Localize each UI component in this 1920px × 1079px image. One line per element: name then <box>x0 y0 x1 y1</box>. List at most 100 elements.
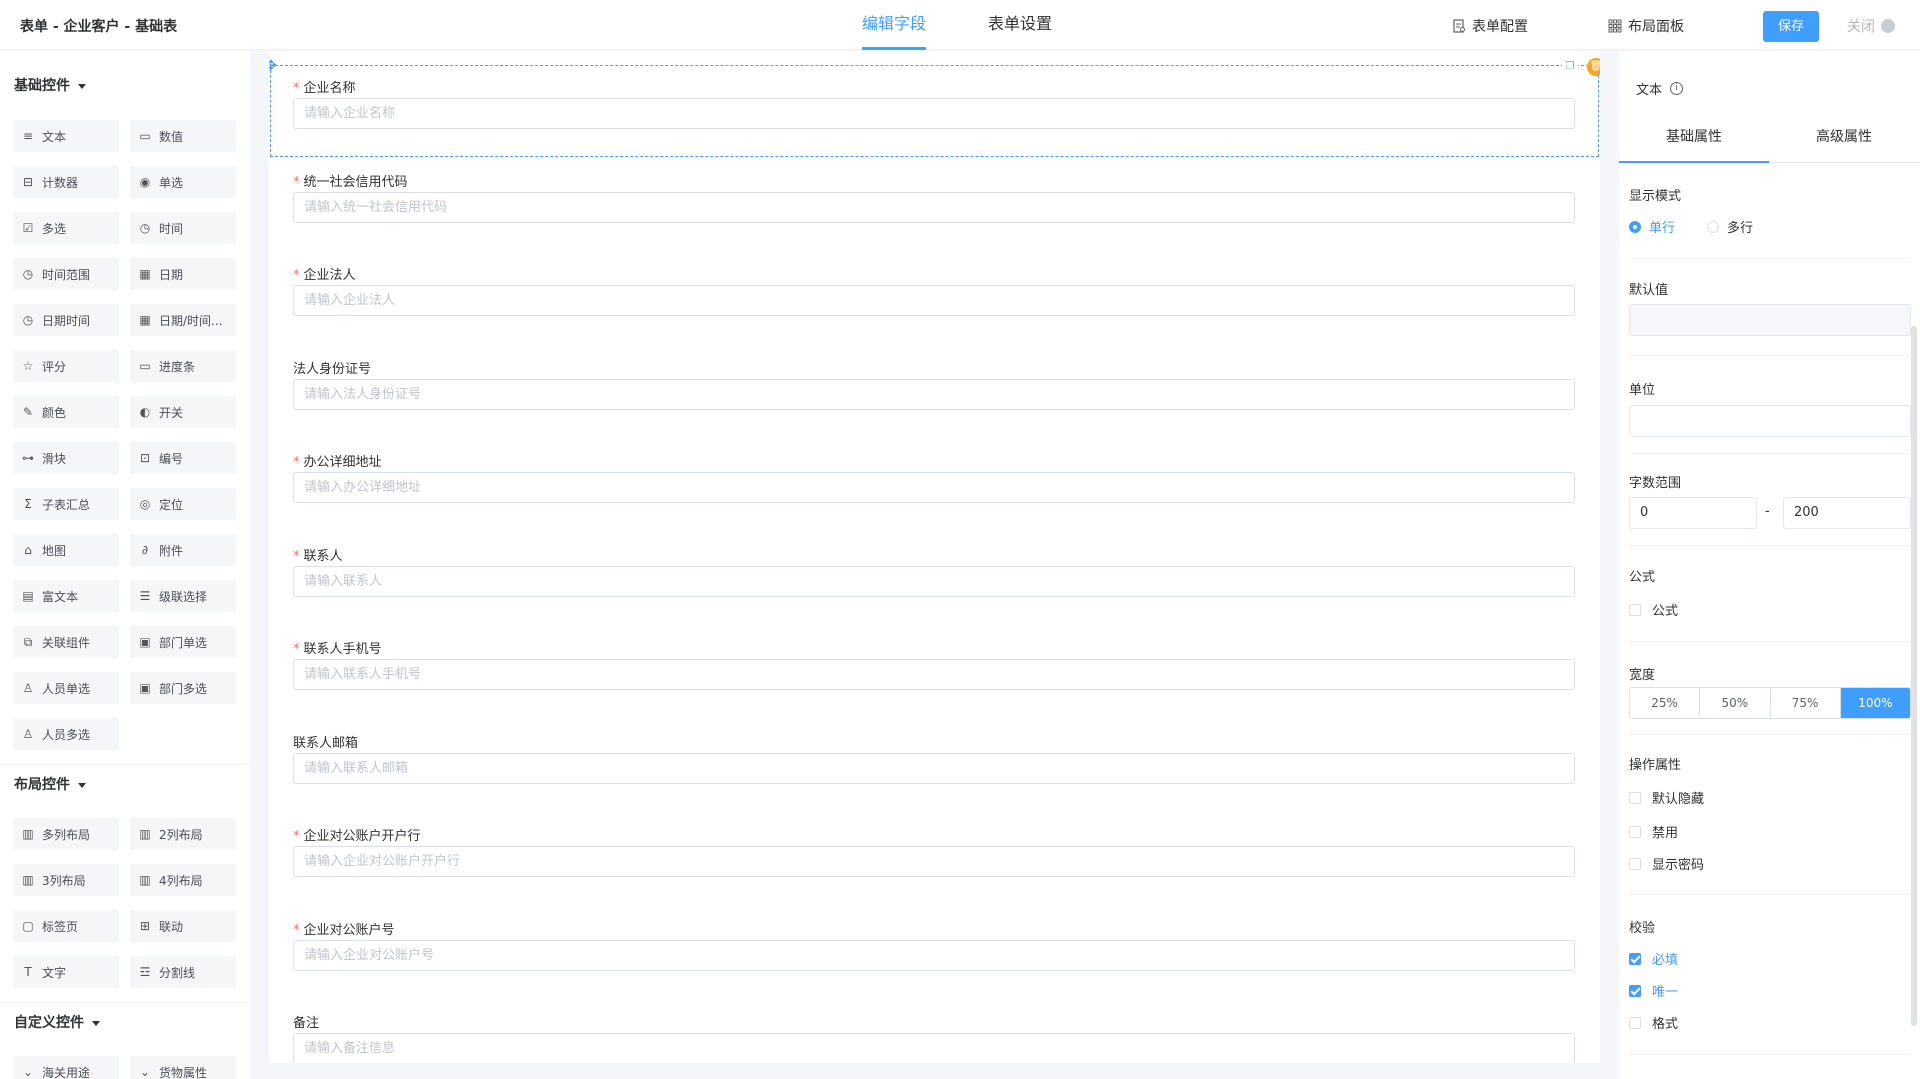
field-label: 备注 <box>293 1012 319 1031</box>
save-button[interactable]: 保存 <box>1763 11 1819 42</box>
formula-label: 公式 <box>1629 570 1656 585</box>
control-item[interactable]: ▥ 3列布局 <box>13 864 119 896</box>
rich-text-icon: ▤ <box>22 589 34 603</box>
scrollbar[interactable] <box>1911 326 1917 1026</box>
field-input[interactable]: 请输入办公详细地址 <box>293 472 1575 503</box>
tab-form-settings[interactable]: 表单设置 <box>988 0 1052 50</box>
radio-single-line[interactable]: 单行 <box>1629 217 1675 236</box>
field-label: * 企业对公账户开户行 <box>293 825 421 844</box>
control-item[interactable]: ◷ 日期时间 <box>13 304 119 336</box>
tab-basic-properties[interactable]: 基础属性 <box>1619 111 1769 163</box>
control-item[interactable]: ✎ 颜色 <box>13 396 119 428</box>
control-item[interactable]: ◷ 时间 <box>130 212 236 244</box>
color-picker-icon: ✎ <box>22 405 34 419</box>
unit-input[interactable] <box>1629 405 1911 437</box>
control-item[interactable]: ▦ 日期/时间... <box>130 304 236 336</box>
format-checkbox[interactable]: 格式 <box>1629 1013 1678 1032</box>
control-item[interactable]: ⌄ 货物属性 <box>130 1056 236 1079</box>
control-label: 标签页 <box>42 919 79 934</box>
field-input[interactable]: 请输入企业对公账户号 <box>293 939 1575 971</box>
field-input[interactable]: 请输入联系人手机号 <box>293 659 1575 690</box>
control-item[interactable]: ⧉ 关联组件 <box>13 626 119 658</box>
tab-advanced-properties[interactable]: 高级属性 <box>1769 111 1919 162</box>
field-input[interactable]: 请输入企业法人 <box>293 285 1575 316</box>
required-checkbox[interactable]: 必填 <box>1629 949 1678 968</box>
field-input[interactable]: 请输入法人身份证号 <box>293 378 1575 410</box>
control-label: 2列布局 <box>159 827 203 842</box>
control-item[interactable]: ⊟ 计数器 <box>13 166 119 198</box>
width-option-75[interactable]: 75% <box>1771 688 1841 718</box>
control-item[interactable]: ☑ 多选 <box>13 212 119 244</box>
control-item[interactable]: ⊞ 联动 <box>130 910 236 942</box>
department-icon: ▣ <box>139 681 151 695</box>
control-item[interactable]: ☰ 级联选择 <box>130 580 236 612</box>
control-item[interactable]: ∂ 附件 <box>130 534 236 566</box>
unique-checkbox[interactable]: 唯一 <box>1629 981 1678 1000</box>
control-label: 开关 <box>159 405 184 420</box>
field-input[interactable]: 请输入备注信息 <box>293 1033 1575 1063</box>
control-item[interactable]: ▣ 部门多选 <box>130 672 236 704</box>
form-config-button[interactable]: 表单配置 <box>1452 16 1528 36</box>
layout-controls-title: 布局控件 <box>14 777 70 793</box>
copy-icon[interactable]: ❐ <box>1562 59 1578 75</box>
department-icon: ▣ <box>139 635 151 649</box>
move-handle-icon[interactable]: ✥ <box>269 59 278 73</box>
disabled-checkbox[interactable]: 禁用 <box>1629 822 1678 841</box>
control-item[interactable]: ⌄ 海关用途 <box>13 1056 119 1079</box>
required-marker: * <box>293 922 300 938</box>
control-item[interactable]: ▭ 进度条 <box>130 350 236 382</box>
control-item[interactable]: ▢ 标签页 <box>13 910 119 942</box>
control-item[interactable]: ▣ 部门单选 <box>130 626 236 658</box>
required-marker: * <box>293 174 300 190</box>
control-item[interactable]: ♙ 人员多选 <box>13 718 119 750</box>
control-item[interactable]: ☲ 分割线 <box>130 956 236 988</box>
basic-controls-header[interactable]: 基础控件 <box>0 66 250 106</box>
width-option-100[interactable]: 100% <box>1840 688 1910 718</box>
control-item[interactable]: ▥ 多列布局 <box>13 818 119 850</box>
caret-down-icon <box>78 83 86 89</box>
control-item[interactable]: T 文字 <box>13 956 119 988</box>
layout-controls-header[interactable]: 布局控件 <box>0 764 250 804</box>
control-item[interactable]: ☆ 评分 <box>13 350 119 382</box>
control-item[interactable]: ◉ 单选 <box>130 166 236 198</box>
field-input[interactable]: 请输入企业对公账户开户行 <box>293 846 1575 877</box>
ops-label: 操作属性 <box>1629 758 1682 773</box>
info-icon[interactable]: i <box>1670 82 1684 95</box>
control-item[interactable]: ♙ 人员单选 <box>13 672 119 704</box>
default-value-input[interactable] <box>1629 304 1911 336</box>
field-input[interactable]: 请输入联系人 <box>293 565 1575 597</box>
width-option-50[interactable]: 50% <box>1700 688 1771 718</box>
control-item[interactable]: ⊡ 编号 <box>130 442 236 474</box>
control-item[interactable]: Σ 子表汇总 <box>13 488 119 520</box>
control-item[interactable]: ◐ 开关 <box>130 396 236 428</box>
control-item[interactable]: ◎ 定位 <box>130 488 236 520</box>
control-item[interactable]: ▦ 日期 <box>130 258 236 290</box>
length-max-input[interactable]: 200 <box>1783 497 1911 529</box>
field-input[interactable]: 请输入企业名称 <box>293 98 1575 129</box>
radio-multi-line[interactable]: 多行 <box>1707 217 1753 236</box>
field-label-text: 联系人 <box>303 548 343 564</box>
default-hidden-checkbox[interactable]: 默认隐藏 <box>1629 788 1704 807</box>
control-item[interactable]: ▥ 2列布局 <box>130 818 236 850</box>
control-item[interactable]: ▤ 富文本 <box>13 580 119 612</box>
control-item[interactable]: ▭ 数值 <box>130 120 236 152</box>
length-min-input[interactable]: 0 <box>1629 497 1757 529</box>
field-input[interactable]: 请输入联系人邮箱 <box>293 752 1575 784</box>
formula-checkbox[interactable]: 公式 <box>1629 600 1678 619</box>
field-label: 法人身份证号 <box>293 358 371 377</box>
show-password-checkbox[interactable]: 显示密码 <box>1629 854 1704 873</box>
field-label: * 企业名称 <box>293 77 356 96</box>
control-item[interactable]: ≡ 文本 <box>13 120 119 152</box>
delete-icon[interactable]: 🗑 <box>1587 58 1600 76</box>
field-input[interactable]: 请输入统一社会信用代码 <box>293 191 1575 223</box>
close-button[interactable]: 关闭 <box>1847 16 1895 36</box>
control-item[interactable]: ⌂ 地图 <box>13 534 119 566</box>
width-option-25[interactable]: 25% <box>1630 688 1701 718</box>
layout-panel-button[interactable]: 布局面板 <box>1608 16 1684 36</box>
control-label: 地图 <box>42 543 67 558</box>
custom-controls-header[interactable]: 自定义控件 <box>0 1002 250 1042</box>
control-item[interactable]: ▥ 4列布局 <box>130 864 236 896</box>
control-item[interactable]: ◷ 时间范围 <box>13 258 119 290</box>
tab-edit-fields[interactable]: 编辑字段 <box>862 0 927 50</box>
control-item[interactable]: ⊶ 滑块 <box>13 442 119 474</box>
